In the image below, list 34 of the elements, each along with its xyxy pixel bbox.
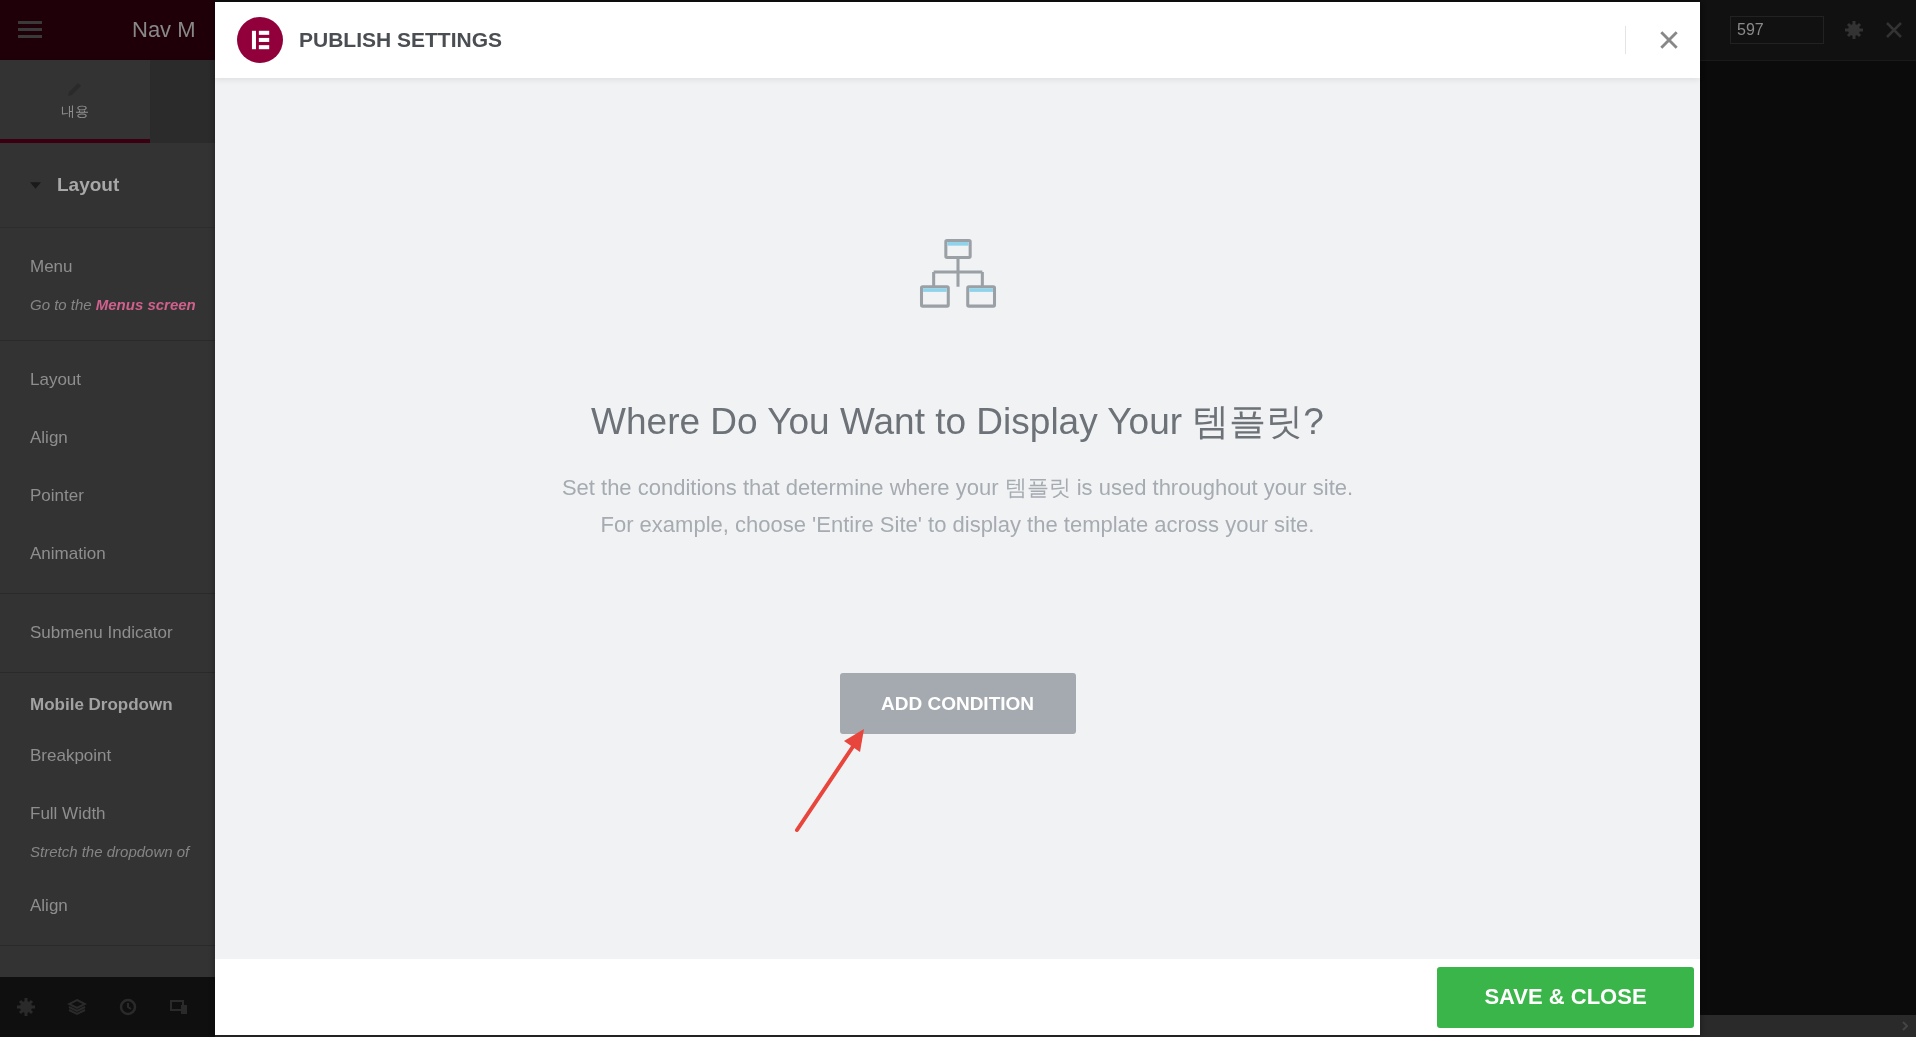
control-hint: Stretch the dropdown of: [30, 843, 190, 860]
control-hint: Go to the: [30, 296, 92, 313]
control-label: Animation: [30, 543, 107, 565]
dialog-heading: Where Do You Want to Display Your 템플릿?: [591, 400, 1324, 444]
panel-title: Nav M: [132, 17, 196, 43]
layers-icon[interactable]: [66, 997, 87, 1017]
sitemap-icon: [918, 238, 997, 311]
save-close-button[interactable]: SAVE & CLOSE: [1437, 966, 1694, 1028]
control-label: Submenu Indicator: [30, 622, 174, 644]
caret-icon[interactable]: [30, 181, 41, 189]
width-field[interactable]: 597: [1730, 16, 1824, 44]
settings-icon[interactable]: [1844, 20, 1864, 40]
menu-icon[interactable]: [18, 21, 42, 39]
section-title[interactable]: Layout: [57, 174, 120, 196]
control-label: Align: [30, 427, 69, 449]
group-heading: Mobile Dropdown: [30, 694, 174, 716]
responsive-icon[interactable]: [169, 997, 190, 1017]
chevron-right-icon[interactable]: [1902, 1021, 1908, 1031]
dialog-title: PUBLISH SETTINGS: [299, 28, 503, 52]
panel-tab[interactable]: 내용: [0, 60, 150, 143]
close-icon[interactable]: [1658, 29, 1680, 51]
menus-link[interactable]: Menus screen: [95, 296, 196, 313]
add-condition-button[interactable]: ADD CONDITION: [839, 673, 1076, 734]
close-icon[interactable]: [1884, 20, 1904, 40]
logo-icon: [237, 17, 283, 63]
settings-icon[interactable]: [15, 997, 36, 1017]
control-label: Menu: [30, 256, 74, 278]
control-label: Full Width: [30, 803, 107, 825]
history-icon[interactable]: [118, 997, 139, 1017]
control-label: Layout: [30, 369, 83, 391]
control-label: Align: [30, 895, 69, 917]
dialog-description: Set the conditions that determine where your 템플릿 is used throughout your site. For example, choose 'Entire Site' to display the template across your site.: [561, 474, 1354, 539]
control-label: Pointer: [30, 485, 85, 507]
control-label: Breakpoint: [30, 745, 113, 767]
